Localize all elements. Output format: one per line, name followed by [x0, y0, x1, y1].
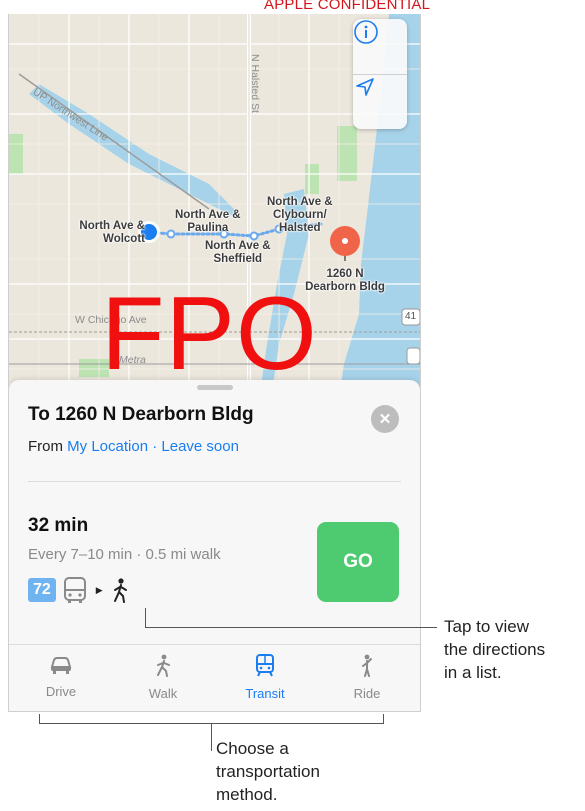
- bus-icon: [63, 577, 86, 603]
- tab-ride[interactable]: Ride: [322, 653, 412, 701]
- go-button[interactable]: GO: [317, 522, 399, 602]
- transport-tab-bar: Drive Walk Transit Ride: [9, 644, 420, 711]
- map-label-origin[interactable]: North Ave & Wolcott: [57, 220, 145, 246]
- route-summary[interactable]: 72 ▶: [28, 574, 129, 606]
- callout-line-walk-horizontal: [145, 627, 437, 628]
- info-icon: [354, 20, 378, 44]
- tab-walk-label: Walk: [148, 686, 178, 701]
- info-button[interactable]: [353, 19, 407, 73]
- bus-number-badge: 72: [28, 578, 56, 602]
- map-controls: [353, 19, 407, 129]
- frequency-text: Every 7–10 min · 0.5 mi walk: [28, 546, 221, 563]
- tab-walk[interactable]: Walk: [118, 653, 208, 701]
- eta-text: 32 min: [28, 515, 89, 536]
- map-label-sheffield[interactable]: North Ave & Sheffield: [205, 240, 271, 266]
- walk-step-icon[interactable]: [111, 577, 129, 603]
- leave-option-link[interactable]: Leave soon: [161, 438, 239, 455]
- route-shield: 41: [405, 311, 417, 322]
- destination-title: To 1260 N Dearborn Bldg: [28, 404, 254, 425]
- map-view[interactable]: North Ave & Wolcott North Ave & Paulina …: [9, 14, 420, 399]
- transit-icon: [256, 654, 274, 677]
- tab-drive[interactable]: Drive: [16, 653, 106, 699]
- callout-line-walk-vertical: [145, 608, 146, 627]
- bracket-left-tick: [39, 714, 40, 723]
- location-arrow-icon: [356, 78, 374, 96]
- sheet-divider: [28, 481, 401, 482]
- sheet-grabber[interactable]: [197, 385, 233, 390]
- phone-screen: North Ave & Wolcott North Ave & Paulina …: [8, 14, 421, 712]
- from-separator: ·: [152, 438, 158, 455]
- tabs-callout-text: Choose a transportation method.: [216, 739, 320, 804]
- directions-sheet: To 1260 N Dearborn Bldg ✕ From My Locati…: [9, 380, 420, 711]
- from-prefix: From: [28, 438, 63, 455]
- tab-transit[interactable]: Transit: [220, 653, 310, 701]
- bracket-stem: [211, 723, 212, 751]
- map-label-paulina[interactable]: North Ave & Paulina: [175, 209, 241, 235]
- walk-icon: [157, 654, 170, 677]
- confidential-banner: APPLE CONFIDENTIAL: [264, 0, 431, 13]
- from-location-link[interactable]: My Location: [67, 438, 148, 455]
- street-label-halsted: N Halsted St: [249, 54, 261, 113]
- tab-ride-label: Ride: [353, 686, 381, 701]
- car-icon: [50, 657, 72, 674]
- close-button[interactable]: ✕: [371, 405, 399, 433]
- fpo-watermark: FPO: [101, 276, 318, 392]
- map-label-clybourn[interactable]: North Ave & Clybourn/ Halsted: [267, 196, 333, 235]
- ride-icon: [362, 654, 372, 677]
- from-line: From My Location · Leave soon: [28, 438, 239, 455]
- tab-drive-label: Drive: [45, 684, 77, 699]
- tab-transit-label: Transit: [245, 686, 285, 701]
- walk-callout-text: Tap to view the directions in a list.: [444, 617, 546, 682]
- close-icon: ✕: [378, 411, 392, 428]
- step-arrow-icon: ▶: [95, 584, 103, 595]
- bracket-right-tick: [383, 714, 384, 723]
- location-button[interactable]: [353, 75, 407, 129]
